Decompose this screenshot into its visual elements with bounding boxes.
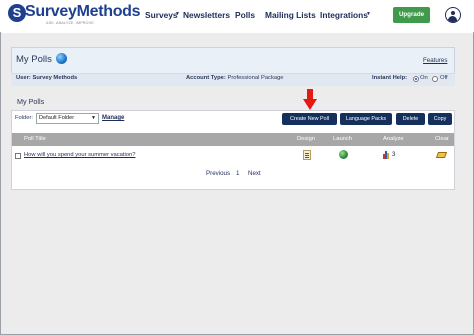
pager-page-1[interactable]: 1 [236, 170, 239, 177]
column-header-clear: Clear [435, 136, 449, 142]
delete-button[interactable]: Delete [396, 113, 425, 125]
copy-button[interactable]: Copy [428, 113, 452, 125]
surveys-dropdown-icon[interactable]: ▼ [175, 11, 180, 17]
account-type-label: Account Type: [186, 75, 226, 81]
analyze-count: 3 [392, 152, 396, 158]
user-avatar-icon[interactable] [445, 7, 461, 23]
integrations-dropdown-icon[interactable]: ▼ [366, 11, 371, 17]
column-header-poll-title: Poll Title [24, 136, 46, 142]
instant-help-off-radio[interactable] [432, 76, 438, 82]
column-header-design: Design [297, 136, 316, 142]
red-arrow-icon [303, 89, 317, 110]
document-edit-icon[interactable] [303, 150, 311, 160]
folder-select-value: Default Folder [39, 115, 75, 121]
pager-next[interactable]: Next [248, 170, 261, 177]
surveymethods-logo[interactable]: S SurveyMethods ASK. ANALYZE. IMPROVE. [8, 3, 141, 28]
globe-help-icon[interactable] [56, 53, 67, 64]
nav-surveys[interactable]: Surveys [145, 10, 178, 20]
nav-newsletters[interactable]: Newsletters [183, 10, 230, 20]
poll-title-link[interactable]: How will you spend your summer vacation? [24, 152, 135, 158]
column-header-analyze: Analyze [383, 136, 404, 142]
folder-select[interactable]: Default Folder ▼ [36, 113, 99, 124]
instant-help-on-radio[interactable] [413, 76, 419, 82]
logo-name: SurveyMethods [25, 3, 141, 20]
section-title: My Polls [17, 97, 45, 106]
bar-chart-icon[interactable] [383, 151, 390, 159]
manage-folders-link[interactable]: Manage [102, 115, 124, 121]
features-link[interactable]: Features [423, 57, 447, 64]
logo-mark: S [8, 4, 26, 22]
account-type-value: Professional Package [227, 75, 284, 81]
chevron-down-icon: ▼ [91, 115, 96, 121]
instant-help-label: Instant Help: [372, 75, 408, 81]
language-packs-button[interactable]: Language Packs [340, 113, 392, 125]
user-value: Survey Methods [32, 75, 78, 81]
upgrade-button[interactable]: Upgrade [393, 7, 430, 23]
nav-polls[interactable]: Polls [235, 10, 255, 20]
nav-mailing-lists[interactable]: Mailing Lists [265, 10, 316, 20]
column-header-launch: Launch [333, 136, 353, 142]
globe-icon[interactable] [339, 150, 348, 159]
page-title: My Polls [16, 54, 52, 65]
nav-integrations[interactable]: Integrations [320, 10, 368, 20]
create-new-poll-button[interactable]: Create New Poll [282, 113, 337, 125]
poll-select-checkbox[interactable] [15, 153, 21, 159]
instant-help-on-label: On [420, 75, 428, 81]
instant-help-off-label: Off [440, 75, 448, 81]
folder-label: Folder: [15, 115, 34, 121]
account-type-info: Account Type: Professional Package [186, 75, 284, 81]
logo-tagline: ASK. ANALYZE. IMPROVE. [46, 21, 96, 25]
user-info: User: Survey Methods [16, 75, 77, 81]
user-label: User: [16, 75, 31, 81]
pager-previous[interactable]: Previous [206, 170, 230, 177]
